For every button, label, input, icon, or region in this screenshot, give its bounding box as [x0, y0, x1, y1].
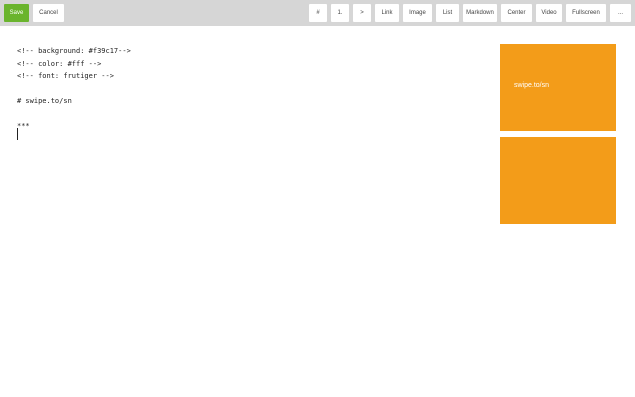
- editor-line: ***: [17, 122, 30, 130]
- heading-button[interactable]: #: [309, 4, 327, 22]
- center-button[interactable]: Center: [501, 4, 532, 22]
- toolbar: Save Cancel # 1. > Link Image List Markd…: [0, 0, 635, 26]
- editor-line: <!-- color: #fff -->: [17, 59, 102, 68]
- image-button[interactable]: Image: [403, 4, 432, 22]
- list-button[interactable]: List: [436, 4, 459, 22]
- editor-line: <!-- font: frutiger -->: [17, 72, 114, 80]
- ordered-list-button[interactable]: 1.: [331, 4, 349, 22]
- more-button[interactable]: ...: [610, 4, 631, 22]
- quote-button[interactable]: >: [353, 4, 371, 22]
- video-button[interactable]: Video: [536, 4, 562, 22]
- editor-line: # swipe.to/sn: [17, 97, 72, 105]
- slide-preview-1[interactable]: swipe.to/sn: [500, 44, 616, 131]
- save-button[interactable]: Save: [4, 4, 29, 22]
- markdown-editor[interactable]: <!-- background: #f39c17--> <!-- color: …: [17, 45, 487, 133]
- link-button[interactable]: Link: [375, 4, 399, 22]
- slide-title: swipe.to/sn: [514, 82, 550, 89]
- slide-preview-2[interactable]: [500, 137, 616, 224]
- text-cursor: [17, 128, 18, 140]
- markdown-button[interactable]: Markdown: [463, 4, 497, 22]
- fullscreen-button[interactable]: Fullscreen: [566, 4, 606, 22]
- cancel-button[interactable]: Cancel: [33, 4, 64, 22]
- editor-line: <!-- background: #f39c17-->: [17, 47, 131, 55]
